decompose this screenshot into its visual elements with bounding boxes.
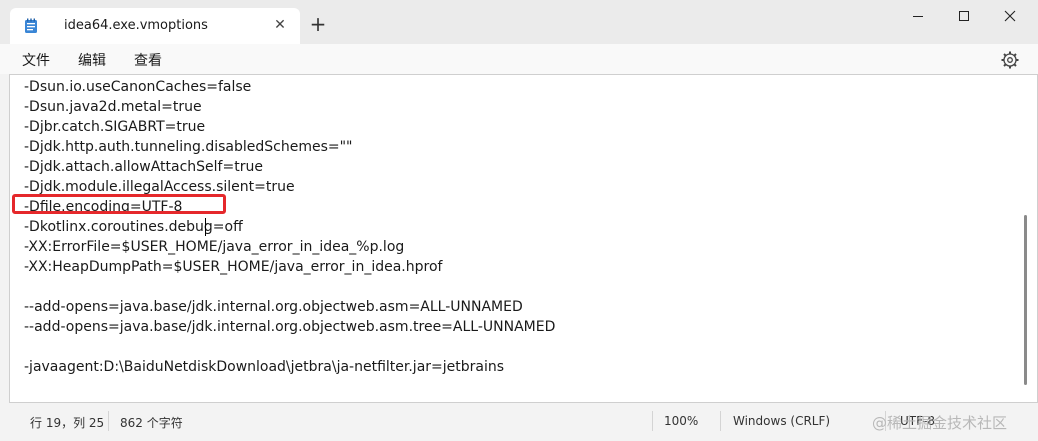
minimize-icon[interactable] (903, 6, 933, 26)
text-editor[interactable]: -Dsun.io.useCanonCaches=false -Dsun.java… (9, 74, 1038, 403)
line-ending: Windows (CRLF) (733, 414, 831, 428)
character-count: 862 个字符 (120, 416, 183, 430)
status-divider (108, 411, 109, 431)
menu-view[interactable]: 查看 (134, 50, 162, 70)
window-close-icon[interactable] (995, 6, 1025, 26)
menu-file[interactable]: 文件 (22, 50, 50, 70)
text-line: -Dsun.java2d.metal=true (24, 99, 202, 115)
maximize-icon[interactable] (949, 6, 979, 26)
highlight-annotation (12, 194, 226, 214)
text-line: -Dkotlinx.coroutines.debug=off (24, 219, 243, 235)
text-line: -Dsun.io.useCanonCaches=false (24, 79, 252, 95)
menu-edit[interactable]: 编辑 (78, 50, 106, 70)
cursor-position: 行 19，列 25 (30, 416, 105, 430)
tab-title: idea64.exe.vmoptions (64, 18, 208, 33)
text-line: -XX:ErrorFile=$USER_HOME/java_error_in_i… (24, 239, 405, 255)
menu-bar: 文件 编辑 查看 (0, 44, 1038, 74)
text-line: --add-opens=java.base/jdk.internal.org.o… (24, 319, 556, 335)
new-tab-button[interactable]: + (308, 14, 328, 34)
watermark: @稀土掘金技术社区 (872, 414, 1008, 432)
text-line: -Djdk.attach.allowAttachSelf=true (24, 159, 263, 175)
text-line: --add-opens=java.base/jdk.internal.org.o… (24, 299, 523, 315)
text-line: -javaagent:D:\BaiduNetdiskDownload\jetbr… (24, 359, 505, 375)
vertical-scrollbar[interactable] (1024, 215, 1027, 385)
status-divider (720, 411, 721, 431)
text-line: -Djdk.http.auth.tunneling.disabledScheme… (24, 139, 353, 155)
text-line: -Djbr.catch.SIGABRT=true (24, 119, 206, 135)
zoom-level: 100% (664, 414, 699, 428)
tab-idea64-vmoptions[interactable]: idea64.exe.vmoptions ✕ (10, 8, 300, 44)
text-line: -XX:HeapDumpPath=$USER_HOME/java_error_i… (24, 259, 443, 275)
gear-icon[interactable] (1000, 50, 1020, 70)
close-icon[interactable]: ✕ (272, 17, 288, 33)
status-divider (652, 411, 653, 431)
notepad-icon (25, 18, 37, 33)
text-caret (205, 218, 206, 236)
title-bar: idea64.exe.vmoptions ✕ + (0, 0, 1038, 44)
